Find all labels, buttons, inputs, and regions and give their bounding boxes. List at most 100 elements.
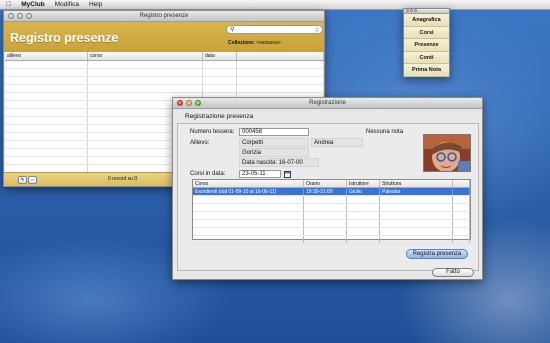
- empty-cell: [5, 109, 88, 116]
- empty-cell: [5, 165, 88, 172]
- table-row[interactable]: Esordienti (dal 01-09-10 al 16-06-11) 19…: [193, 188, 470, 196]
- close-icon[interactable]: [8, 13, 14, 19]
- column-header-struttura[interactable]: Struttura: [380, 180, 453, 187]
- empty-table-row: [5, 69, 324, 77]
- empty-cell: [203, 77, 237, 84]
- empty-cell: [347, 236, 380, 243]
- empty-cell: [347, 204, 380, 211]
- empty-cell: [380, 196, 453, 203]
- empty-cell: [237, 69, 324, 76]
- empty-cell: [380, 220, 453, 227]
- empty-cell: [5, 133, 88, 140]
- registro-header: Registro presenze ⚲ ⦸ Collezione: <nessu…: [4, 22, 324, 52]
- palette-item-prima-nota[interactable]: Prima Nota: [404, 64, 449, 77]
- empty-cell: [304, 228, 347, 235]
- empty-cell: [304, 196, 347, 203]
- empty-rows: [193, 196, 470, 244]
- empty-cell: [5, 69, 88, 76]
- empty-cell: [5, 125, 88, 132]
- empty-cell: [380, 212, 453, 219]
- menu-help[interactable]: Help: [89, 1, 102, 8]
- section-title: Registrazione presenza: [185, 113, 254, 120]
- empty-cell: [193, 220, 304, 227]
- empty-table-row: [193, 236, 470, 244]
- fatto-button[interactable]: Fatto: [432, 268, 474, 277]
- minimize-icon[interactable]: [17, 13, 23, 19]
- date-field[interactable]: 23-05-11: [239, 170, 281, 178]
- minimize-icon[interactable]: [410, 9, 413, 12]
- citta-value: Gorizia: [239, 148, 309, 157]
- empty-cell: [5, 149, 88, 156]
- empty-cell: [304, 236, 347, 243]
- empty-cell: [453, 228, 470, 235]
- empty-cell: [347, 212, 380, 219]
- data-nascita-value: Data nascita: 16-07-00: [239, 158, 319, 167]
- numero-tessera-field[interactable]: 000458: [239, 128, 309, 136]
- palette-item-presenze[interactable]: Presenze: [404, 39, 449, 52]
- palette-item-anagrafica[interactable]: Anagrafica: [404, 14, 449, 27]
- remove-button[interactable]: −: [28, 176, 37, 184]
- calendar-icon[interactable]: [284, 171, 291, 178]
- zoom-icon[interactable]: [195, 100, 201, 106]
- empty-table-row: [193, 196, 470, 204]
- table-header: allievo corso data: [5, 52, 324, 61]
- search-input[interactable]: ⚲ ⦸: [226, 25, 323, 34]
- member-photo-image: [424, 135, 470, 171]
- empty-cell: [380, 204, 453, 211]
- empty-cell: [193, 236, 304, 243]
- empty-cell: [193, 212, 304, 219]
- palette-item-conti[interactable]: Conti: [404, 51, 449, 65]
- registra-presenza-button[interactable]: Registra presenza: [406, 249, 468, 259]
- palette-window-controls: [406, 9, 417, 12]
- search-icon: ⚲: [230, 27, 235, 33]
- column-header-corso[interactable]: Corso: [193, 180, 304, 187]
- minimize-icon[interactable]: [186, 100, 192, 106]
- column-header-orario[interactable]: Orario: [304, 180, 347, 187]
- column-header-allievo[interactable]: allievo: [5, 52, 88, 60]
- navigation-palette: Anagrafica Corsi Presenze Conti Prima No…: [403, 8, 450, 77]
- nota-text: Nessuna nota: [366, 129, 404, 135]
- empty-cell: [347, 228, 380, 235]
- empty-cell: [453, 204, 470, 211]
- menu-app-name[interactable]: MyClub: [21, 1, 44, 8]
- zoom-icon[interactable]: [414, 9, 417, 12]
- column-header-corso[interactable]: corso: [88, 52, 203, 60]
- menu-bar:  MyClub Modifica Help: [0, 0, 550, 10]
- empty-cell: [5, 85, 88, 92]
- zoom-icon[interactable]: [26, 13, 32, 19]
- empty-table-row: [193, 212, 470, 220]
- window-controls: [8, 13, 32, 19]
- empty-cell: [5, 61, 88, 68]
- close-icon[interactable]: [406, 9, 409, 12]
- nome-value: Andrea: [311, 138, 363, 147]
- registro-titlebar[interactable]: Registro presenze: [4, 11, 324, 22]
- collezione-value: <nessuna>: [256, 40, 281, 46]
- column-header-istruttore[interactable]: Istruttore: [347, 180, 380, 187]
- palette-item-corsi[interactable]: Corsi: [404, 26, 449, 40]
- record-count: 0 record su 0: [108, 176, 138, 182]
- collezione-label: Collezione:: [228, 40, 255, 46]
- empty-cell: [453, 196, 470, 203]
- empty-cell: [380, 228, 453, 235]
- edit-button[interactable]: ✎: [18, 176, 27, 184]
- empty-cell: [88, 77, 203, 84]
- empty-cell: [347, 220, 380, 227]
- cognome-value: Corpetti: [239, 138, 309, 147]
- menu-modifica[interactable]: Modifica: [55, 1, 79, 8]
- registrazione-titlebar[interactable]: Registrazione: [173, 98, 482, 109]
- empty-cell: [193, 228, 304, 235]
- empty-table-row: [5, 77, 324, 85]
- empty-table-row: [193, 228, 470, 236]
- clear-search-icon[interactable]: ⦸: [315, 26, 319, 34]
- empty-cell: [193, 204, 304, 211]
- close-icon[interactable]: [177, 100, 183, 106]
- apple-menu-icon[interactable]: : [6, 1, 11, 8]
- window-controls: [177, 100, 201, 106]
- numero-tessera-label: Numero tessera:: [190, 129, 235, 135]
- palette-titlebar[interactable]: [404, 9, 449, 14]
- empty-cell: [453, 220, 470, 227]
- empty-cell: [304, 220, 347, 227]
- page-title: Registro presenze: [10, 31, 119, 45]
- empty-cell: [88, 69, 203, 76]
- column-header-data[interactable]: data: [203, 52, 237, 60]
